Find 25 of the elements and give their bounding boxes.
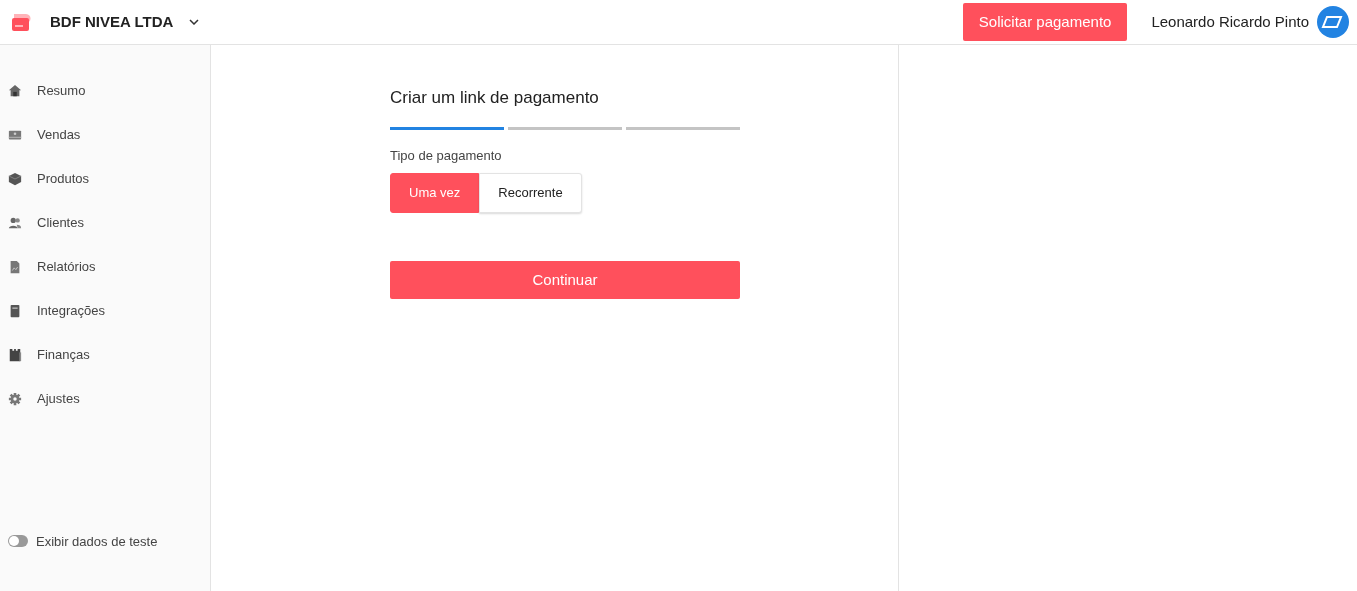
- sidebar-item[interactable]: Produtos: [0, 157, 210, 201]
- sales-icon: [8, 128, 22, 142]
- sidebar-item[interactable]: Integrações: [0, 289, 210, 333]
- sidebar-item[interactable]: Relatórios: [0, 245, 210, 289]
- sidebar-item[interactable]: Vendas: [0, 113, 210, 157]
- user-name[interactable]: Leonardo Ricardo Pinto: [1151, 10, 1309, 34]
- people-icon: [8, 216, 22, 230]
- form-title: Criar um link de pagamento: [390, 87, 600, 109]
- toggle-label: Exibir dados de teste: [36, 532, 158, 551]
- sidebar-item[interactable]: Ajustes: [0, 377, 210, 421]
- book-icon: [8, 304, 22, 318]
- gear-icon: [8, 392, 22, 406]
- company-name: BDF NIVEA LTDA: [50, 11, 174, 32]
- sidebar-item[interactable]: Clientes: [0, 201, 210, 245]
- payment-type-option[interactable]: Recorrente: [479, 173, 582, 213]
- report-icon: [8, 260, 22, 274]
- dropdown-chevron-icon[interactable]: [189, 19, 200, 25]
- box-icon: [8, 172, 22, 186]
- sidebar-item[interactable]: Resumo: [0, 69, 210, 113]
- sidebar-item[interactable]: Finanças: [0, 333, 210, 377]
- field-label: Tipo de pagamento: [390, 146, 503, 165]
- money-icon: [8, 348, 22, 362]
- toggle-switch[interactable]: [8, 535, 28, 548]
- home-icon: [8, 84, 22, 98]
- avatar-icon[interactable]: [1317, 6, 1349, 38]
